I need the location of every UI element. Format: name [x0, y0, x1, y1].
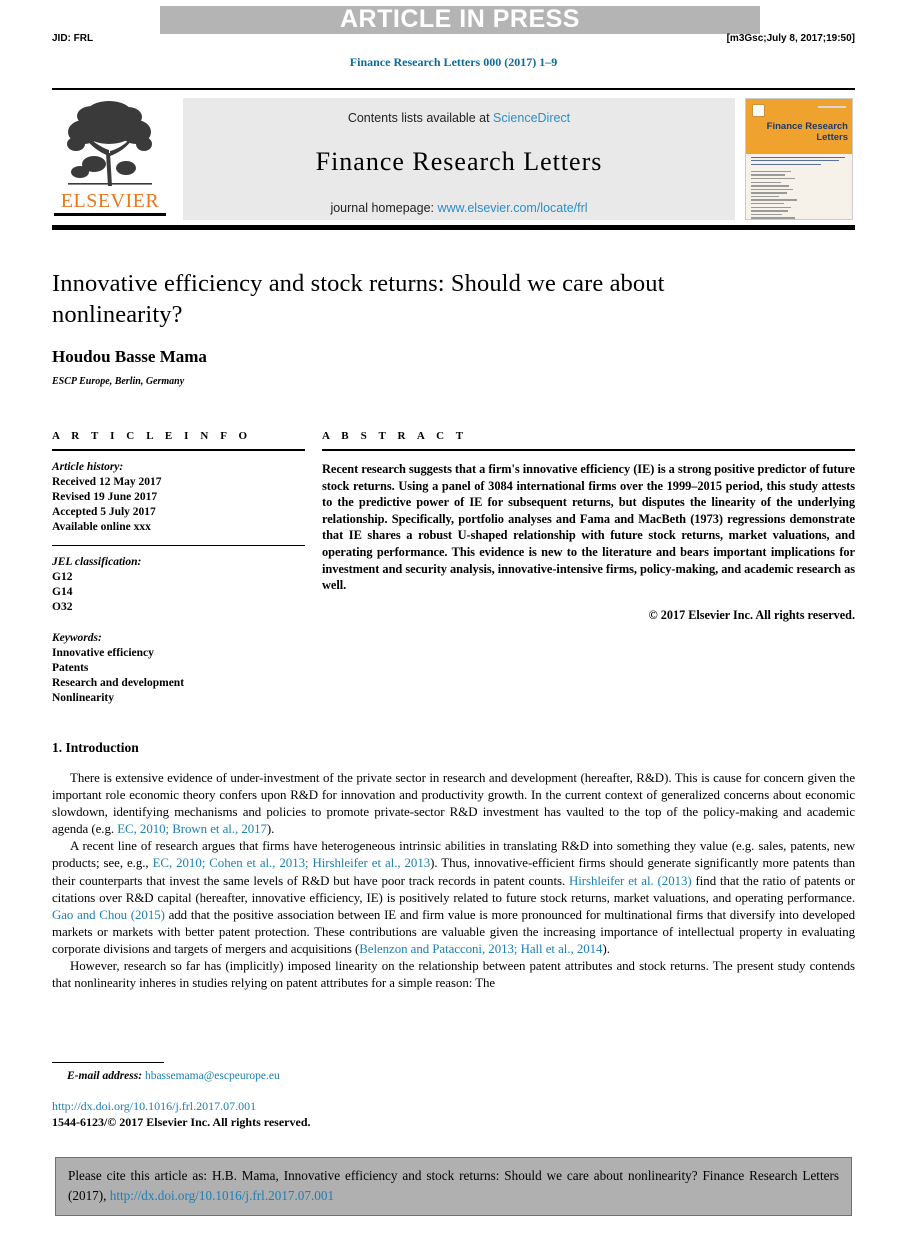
jel-classification-label: JEL classification: [52, 556, 142, 568]
footnote-area: E-mail address: hbassemama@escpeurope.eu… [52, 1062, 502, 1130]
citation-link-ec-cohen-hirshleifer[interactable]: EC, 2010; Cohen et al., 2013; Hirshleife… [153, 856, 431, 870]
sciencedirect-link[interactable]: ScienceDirect [493, 111, 570, 125]
introduction-paragraph-1: There is extensive evidence of under-inv… [52, 770, 855, 838]
jel-classification-group: JEL classification: G12 G14 O32 [52, 555, 305, 615]
issn-copyright-line: 1544-6123/© 2017 Elsevier Inc. All right… [52, 1115, 311, 1129]
article-info-rule-middle [52, 545, 305, 546]
journal-masthead: ELSEVIER Contents lists available at Sci… [52, 88, 855, 230]
author-name: Houdou Basse Mama [52, 347, 207, 366]
cover-contents-area [746, 153, 852, 219]
jel-code-2: G14 [52, 586, 73, 598]
contents-prefix-label: Contents lists available at [347, 110, 490, 125]
jel-code-3: O32 [52, 601, 73, 613]
abstract-heading: A B S T R A C T [322, 430, 468, 442]
abstract-column: A B S T R A C T Recent research suggests… [322, 430, 855, 623]
article-info-column: A R T I C L E I N F O Article history: R… [52, 430, 305, 706]
journal-homepage-link[interactable]: www.elsevier.com/locate/frl [437, 201, 587, 215]
keywords-group: Keywords: Innovative efficiency Patents … [52, 631, 305, 706]
production-stamp-label: [m3Gsc;July 8, 2017;19:50] [726, 33, 855, 44]
masthead-bottom-rule [52, 224, 855, 230]
journal-cover-thumbnail: Finance Research Letters [745, 97, 853, 220]
jel-code-1: G12 [52, 571, 73, 583]
introduction-paragraph-3: However, research so far has (implicitly… [52, 959, 855, 991]
keyword-2: Patents [52, 662, 89, 674]
cover-contents-lines [751, 156, 845, 219]
article-history-label: Article history: [52, 461, 124, 473]
article-in-press-label: ARTICLE IN PRESS [340, 5, 580, 33]
please-cite-box: Please cite this article as: H.B. Mama, … [55, 1157, 852, 1216]
article-in-press-banner: ARTICLE IN PRESS [160, 5, 760, 34]
elsevier-underbar [54, 212, 166, 216]
masthead-body: ELSEVIER Contents lists available at Sci… [52, 96, 855, 221]
keyword-3: Research and development [52, 677, 185, 689]
email-link[interactable]: hbassemama@escpeurope.eu [145, 1070, 280, 1082]
elsevier-logo: ELSEVIER [54, 98, 166, 220]
journal-homepage-line: journal homepage: www.elsevier.com/locat… [183, 201, 735, 215]
doi-link[interactable]: http://dx.doi.org/10.1016/j.frl.2017.07.… [52, 1099, 502, 1114]
keyword-4: Nonlinearity [52, 692, 114, 704]
article-title-block: Innovative efficiency and stock returns:… [52, 268, 752, 387]
par1-text-b: ). [266, 822, 275, 837]
elsevier-wordmark: ELSEVIER [60, 189, 160, 212]
abstract-rule [322, 449, 855, 451]
article-history-group: Article history: Received 12 May 2017 Re… [52, 460, 305, 535]
author-affiliation: ESCP Europe, Berlin, Germany [52, 376, 185, 387]
email-footnote: E-mail address: hbassemama@escpeurope.eu [52, 1070, 502, 1082]
keyword-1: Innovative efficiency [52, 647, 154, 659]
journal-title: Finance Research Letters [315, 146, 603, 176]
citation-link-hirshleifer-2013[interactable]: Hirshleifer et al. (2013) [569, 874, 692, 888]
article-info-heading: A R T I C L E I N F O [52, 430, 252, 442]
abstract-copyright: © 2017 Elsevier Inc. All rights reserved… [648, 607, 855, 622]
introduction-paragraph-2: A recent line of research argues that fi… [52, 838, 855, 958]
history-revised: Revised 19 June 2017 [52, 491, 158, 503]
cover-issn-mark [818, 105, 846, 108]
masthead-center-panel: Contents lists available at ScienceDirec… [183, 97, 735, 220]
homepage-prefix-label: journal homepage: [330, 200, 434, 215]
introduction-heading: 1. Introduction [52, 740, 139, 755]
cite-doi-link[interactable]: http://dx.doi.org/10.1016/j.frl.2017.07.… [110, 1188, 334, 1203]
article-info-rule-top [52, 449, 305, 451]
journal-reference-line: Finance Research Letters 000 (2017) 1–9 [349, 55, 558, 69]
cover-journal-title: Finance Research Letters [766, 120, 848, 143]
cover-publisher-mark-icon [752, 103, 765, 117]
contents-available-line: Contents lists available at ScienceDirec… [183, 98, 735, 125]
abstract-text: Recent research suggests that a firm's i… [322, 462, 855, 593]
history-accepted: Accepted 5 July 2017 [52, 506, 156, 518]
masthead-top-rule [52, 88, 855, 90]
email-label: E-mail address: [67, 1070, 143, 1082]
cite-instruction-text: Please cite this article as: H.B. Mama, … [68, 1166, 839, 1206]
elsevier-tree-icon [67, 100, 152, 186]
citation-link-gao-chou-2015[interactable]: Gao and Chou (2015) [52, 908, 165, 922]
citation-link-ec-brown[interactable]: EC, 2010; Brown et al., 2017 [117, 822, 267, 836]
introduction-section: 1. Introduction There is extensive evide… [52, 740, 855, 992]
history-received: Received 12 May 2017 [52, 476, 162, 488]
keywords-label: Keywords: [52, 632, 102, 644]
page-title: Innovative efficiency and stock returns:… [52, 270, 665, 328]
journal-id-label: JID: FRL [52, 33, 94, 44]
par2-text-e: ). [602, 941, 610, 956]
citation-link-belenzon-hall[interactable]: Belenzon and Patacconi, 2013; Hall et al… [359, 942, 602, 956]
history-available-online: Available online xxx [52, 521, 151, 533]
footnote-separator-rule [52, 1062, 164, 1063]
